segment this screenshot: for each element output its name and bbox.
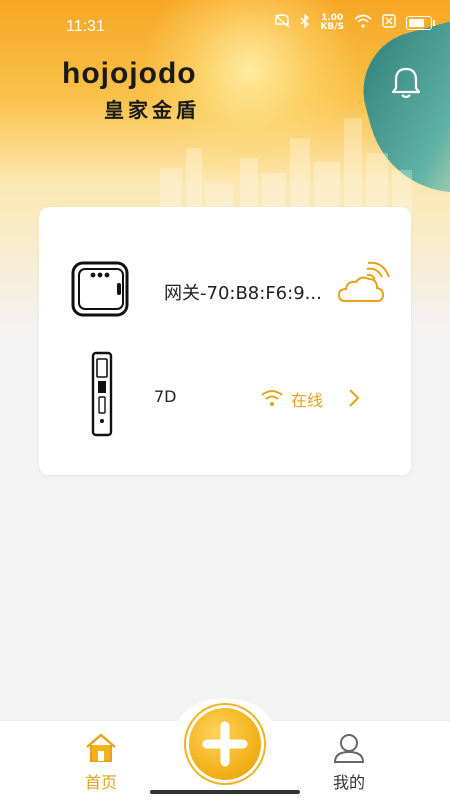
tab-mine[interactable]: 我的 <box>304 731 394 793</box>
notification-bell-icon[interactable] <box>390 66 422 100</box>
lock-row[interactable]: 7D 在线 <box>39 342 411 437</box>
bluetooth-icon <box>300 13 310 32</box>
tab-home-label: 首页 <box>84 773 117 792</box>
status-icons: 1.00 KB/S <box>274 13 435 32</box>
chevron-right-icon[interactable] <box>347 388 361 408</box>
mute-icon <box>274 14 290 32</box>
wifi-status-icon <box>354 14 372 32</box>
door-lock-device-icon <box>91 351 113 437</box>
network-speed: 1.00 KB/S <box>320 14 344 32</box>
speed-unit: KB/S <box>320 22 344 32</box>
tab-mine-label: 我的 <box>332 773 365 792</box>
wifi-icon <box>261 389 283 407</box>
user-icon <box>333 734 365 763</box>
home-indicator <box>150 790 300 794</box>
status-time: 11:31 <box>66 18 105 35</box>
lock-status: 在线 <box>291 391 324 410</box>
brand-logo: hojojodo 皇家金盾 <box>62 57 272 123</box>
brand-name-en: hojojodo <box>62 57 197 90</box>
tab-home[interactable]: 首页 <box>56 731 146 793</box>
cloud-signal-icon <box>337 261 391 305</box>
plus-icon <box>202 721 248 767</box>
brand-name-cn: 皇家金盾 <box>104 98 200 122</box>
lock-name: 7D <box>154 387 177 406</box>
gateway-row[interactable]: 网关-70:B8:F6:9... <box>39 207 411 317</box>
device-card: 网关-70:B8:F6:9... 7D 在线 <box>39 207 411 475</box>
home-icon <box>86 733 116 762</box>
gateway-name: 网关-70:B8:F6:9... <box>164 283 322 304</box>
status-bar: 11:31 1.00 KB/S <box>0 0 450 48</box>
sim-icon <box>382 14 396 32</box>
add-device-button[interactable] <box>189 708 261 780</box>
gateway-device-icon <box>69 257 131 319</box>
battery-icon <box>406 16 435 30</box>
